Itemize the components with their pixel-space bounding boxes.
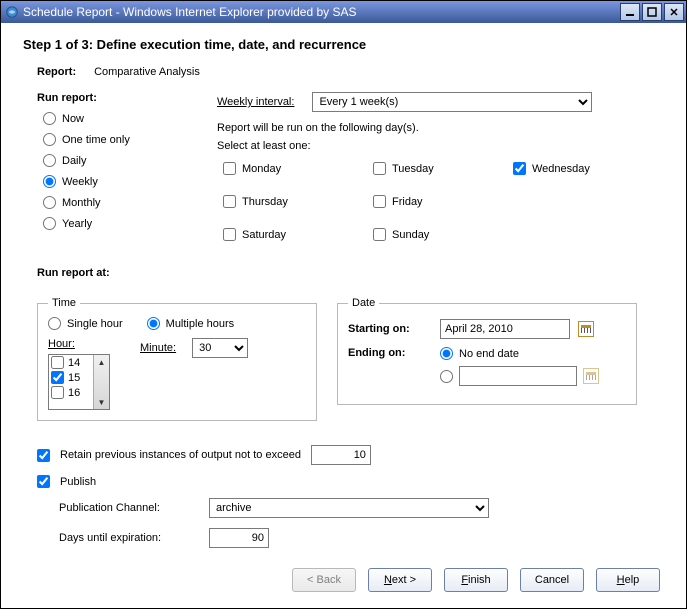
scroll-down-icon[interactable]: ▼ (94, 395, 109, 409)
ending-label: Ending on: (348, 347, 432, 359)
app-icon (5, 5, 19, 19)
weekly-interval-select[interactable]: Every 1 week(s) (312, 92, 592, 112)
starting-label: Starting on: (348, 323, 432, 335)
weekly-interval-label: Weekly interval: (217, 96, 294, 108)
help-button[interactable]: Help (596, 568, 660, 592)
retain-count-input[interactable] (311, 445, 371, 465)
minute-select[interactable]: 30 (192, 338, 248, 358)
step-heading: Step 1 of 3: Define execution time, date… (23, 37, 664, 52)
end-date-radio[interactable] (440, 366, 599, 386)
run-on-text: Report will be run on the following day(… (217, 122, 664, 134)
minimize-button[interactable] (620, 3, 640, 21)
schedule-report-window: Schedule Report - Windows Internet Explo… (0, 0, 687, 609)
publication-channel-select[interactable]: archive (209, 498, 489, 518)
publication-channel-label: Publication Channel: (59, 502, 199, 514)
calendar-icon-disabled (583, 368, 599, 384)
day-wednesday-check[interactable]: Wednesday (513, 162, 657, 175)
maximize-button[interactable] (642, 3, 662, 21)
retain-check[interactable]: Retain previous instances of output not … (37, 445, 664, 465)
report-line: Report: Comparative Analysis (37, 66, 664, 78)
time-legend: Time (48, 297, 80, 309)
dialog-content: Step 1 of 3: Define execution time, date… (1, 23, 686, 608)
minute-label: Minute: (140, 342, 176, 354)
run-yearly-radio[interactable]: Yearly (43, 217, 187, 230)
expiration-days-input[interactable] (209, 528, 269, 548)
finish-button[interactable]: Finish (444, 568, 508, 592)
report-label: Report: (37, 66, 91, 78)
run-report-group: Run report: Now One time only Daily Week… (37, 92, 187, 238)
run-report-heading: Run report: (37, 92, 187, 104)
run-now-radio[interactable]: Now (43, 112, 187, 125)
window-title: Schedule Report - Windows Internet Explo… (23, 5, 618, 19)
date-legend: Date (348, 297, 379, 309)
hour-scrollbar[interactable]: ▲ ▼ (93, 355, 109, 409)
run-onetime-radio[interactable]: One time only (43, 133, 187, 146)
next-button[interactable]: Next > (368, 568, 432, 592)
day-sunday-check[interactable]: Sunday (373, 228, 507, 241)
cancel-button[interactable]: Cancel (520, 568, 584, 592)
weekly-options: Weekly interval: Every 1 week(s) Report … (217, 92, 664, 249)
day-monday-check[interactable]: Monday (223, 162, 367, 175)
day-thursday-check[interactable]: Thursday (223, 195, 367, 208)
run-at-heading: Run report at: (37, 267, 664, 279)
titlebar: Schedule Report - Windows Internet Explo… (1, 1, 686, 23)
run-monthly-radio[interactable]: Monthly (43, 196, 187, 209)
no-end-date-radio[interactable]: No end date (440, 347, 599, 360)
day-tuesday-check[interactable]: Tuesday (373, 162, 507, 175)
day-saturday-check[interactable]: Saturday (223, 228, 367, 241)
close-button[interactable] (664, 3, 684, 21)
single-hour-radio[interactable]: Single hour (48, 317, 123, 330)
hour-listbox[interactable]: 14 15 16 ▲ ▼ (48, 354, 110, 410)
ending-date-input[interactable] (459, 366, 577, 386)
starting-date-input[interactable] (440, 319, 570, 339)
select-one-text: Select at least one: (217, 140, 664, 152)
report-name: Comparative Analysis (94, 66, 200, 78)
run-weekly-radio[interactable]: Weekly (43, 175, 187, 188)
publish-check[interactable]: Publish (37, 475, 664, 488)
multiple-hours-radio[interactable]: Multiple hours (147, 317, 234, 330)
date-fieldset: Date Starting on: Ending on: No end date (337, 297, 637, 405)
expiration-label: Days until expiration: (59, 532, 199, 544)
time-fieldset: Time Single hour Multiple hours Hour: 14… (37, 297, 317, 421)
button-bar: < Back Next > Finish Cancel Help (23, 568, 664, 592)
scroll-up-icon[interactable]: ▲ (94, 355, 109, 369)
back-button[interactable]: < Back (292, 568, 356, 592)
hour-label: Hour: (48, 338, 110, 350)
calendar-icon[interactable] (578, 321, 594, 337)
day-friday-check[interactable]: Friday (373, 195, 507, 208)
run-daily-radio[interactable]: Daily (43, 154, 187, 167)
